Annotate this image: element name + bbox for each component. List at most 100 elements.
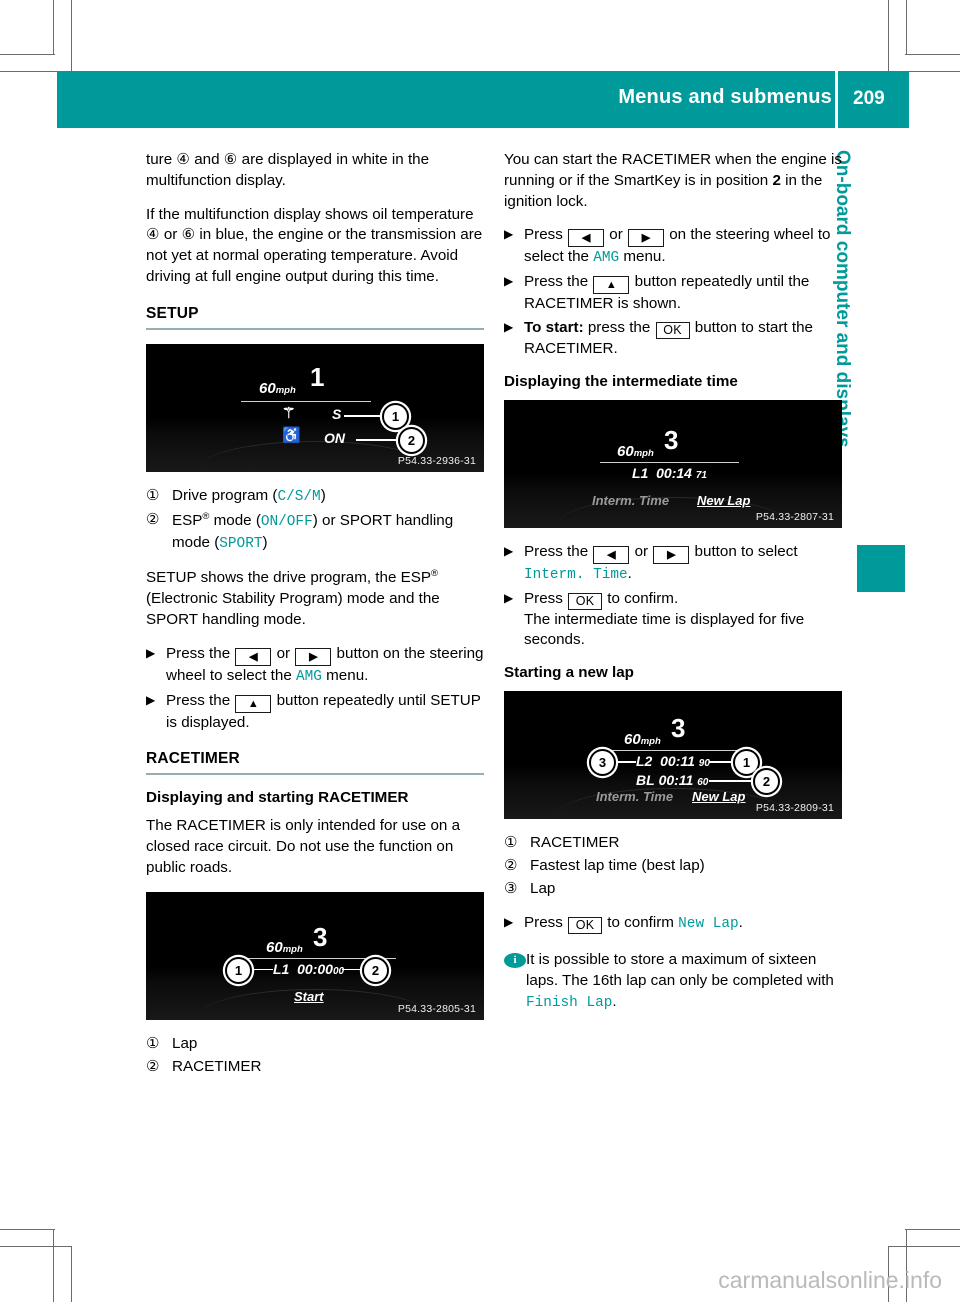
setup-step-1-text: Press the ◀ or ▶ button on the steering … bbox=[166, 644, 484, 688]
newlap-step-c: to confirm bbox=[603, 913, 679, 931]
right-arrow-button-2[interactable]: ▶ bbox=[628, 229, 664, 248]
racetimer-speed-value: 60 bbox=[266, 938, 283, 956]
newlap-step-d: . bbox=[738, 913, 743, 931]
setup-display-image: 1 60mph ⚚ ♿ S ON 1 2 P54.33-2936-31 bbox=[146, 343, 484, 472]
info-note-value: Finish Lap bbox=[526, 995, 613, 1012]
circled-number-2-icon: ② bbox=[146, 510, 160, 528]
setup-step-2: ▶ Press the ▲ button repeatedly until SE… bbox=[146, 691, 484, 734]
interm-step-1-b: or bbox=[630, 542, 653, 560]
interm-step-2-followup: The intermediate time is displayed for f… bbox=[524, 610, 805, 649]
newlap-leader-line-2 bbox=[709, 780, 755, 782]
newlap-best-readout: BL 00:11 60 bbox=[636, 772, 708, 788]
newlap-legend-text-1: RACETIMER bbox=[530, 834, 620, 852]
page-number: 209 bbox=[853, 88, 885, 109]
ok-button-3[interactable]: OK bbox=[568, 916, 603, 934]
subheading-intermediate-time: Displaying the intermediate time bbox=[504, 372, 738, 390]
info-note: i It is possible to store a maximum of s… bbox=[504, 950, 842, 1013]
newlap-step: ▶ Press OK to confirm New Lap. bbox=[504, 913, 842, 935]
setup-legend-text-1: Drive program (C/S/M) bbox=[172, 486, 484, 508]
setup-callout-1: 1 bbox=[382, 402, 409, 430]
setup-speed-readout: 60mph bbox=[259, 380, 296, 397]
left-column: ture ④ and ⑥ are displayed in white in t… bbox=[146, 150, 484, 1079]
racetimer-legend-text-1: Lap bbox=[172, 1034, 198, 1052]
setup-legend-2-mid: mode ( bbox=[209, 511, 261, 529]
circled-number-4-icon: ④ bbox=[176, 151, 191, 168]
intermediate-time-display-image: 3 60mph L1 00:14 71 Interm. Time New Lap… bbox=[504, 399, 842, 528]
intro-text-2a: If the multifunction display shows oil t… bbox=[146, 205, 474, 223]
start-step-2-a: Press the bbox=[524, 273, 593, 291]
newlap-image-code: P54.33-2809-31 bbox=[755, 802, 834, 815]
step-arrow-icon-8: ▶ bbox=[504, 914, 514, 929]
step-arrow-icon: ▶ bbox=[146, 645, 156, 660]
left-arrow-icon: ◀ bbox=[249, 650, 258, 663]
interm-step-2-a: Press bbox=[524, 589, 568, 607]
newlap-speed-value: 60 bbox=[624, 731, 641, 749]
interm-step-1-c: button to select bbox=[690, 542, 798, 560]
setup-legend-item-2: ② ESP® mode (ON/OFF) or SPORT handling m… bbox=[146, 510, 484, 555]
setup-legend-2-value2: SPORT bbox=[219, 535, 263, 552]
racetimer-legend-item-1: ① Lap bbox=[146, 1034, 484, 1055]
crop-mark-top-left-h-outer bbox=[0, 54, 55, 55]
crop-mark-top-right-h-outer bbox=[905, 54, 960, 55]
racetimer-legend-item-2: ② RACETIMER bbox=[146, 1057, 484, 1078]
interm-step-1-value: Interm. Time bbox=[524, 566, 628, 583]
setup-esp-value: ON bbox=[324, 429, 345, 446]
section-heading-setup: SETUP bbox=[146, 304, 199, 322]
interm-lap-readout: L1 00:14 71 bbox=[632, 465, 707, 481]
start-step-1-b: or bbox=[605, 226, 627, 244]
interm-lap-label: L1 bbox=[632, 464, 649, 481]
newlap-step-a: Press bbox=[524, 913, 568, 931]
racetimer-display-image: 3 60mph L1 00:0000 1 2 Start P54.33-2805… bbox=[146, 891, 484, 1020]
interm-step-2: ▶ Press OK to confirm. The intermediate t… bbox=[504, 589, 842, 652]
racetimer-leader-line-2 bbox=[342, 968, 364, 971]
drive-program-icon: ⚚ bbox=[282, 404, 296, 422]
right-arrow-icon-2: ▶ bbox=[641, 232, 651, 245]
crop-mark-bottom-left-h-inner bbox=[0, 1246, 72, 1247]
left-arrow-button-2[interactable]: ◀ bbox=[568, 229, 605, 248]
right-arrow-icon: ▶ bbox=[309, 650, 318, 663]
step-arrow-icon-5: ▶ bbox=[504, 320, 514, 335]
interm-time-decimal: 71 bbox=[695, 469, 707, 481]
crop-mark-top-left-outer bbox=[53, 0, 54, 55]
up-arrow-icon-2: ▲ bbox=[605, 279, 617, 292]
ok-button-2[interactable]: OK bbox=[568, 592, 603, 610]
right-intro-paragraph: You can start the RACETIMER when the eng… bbox=[504, 150, 842, 212]
circled-number-2-icon-3: ② bbox=[504, 857, 518, 875]
newlap-legend-text-3: Lap bbox=[530, 879, 556, 897]
newlap-legend-item-2: ② Fastest lap time (best lap) bbox=[504, 856, 842, 877]
up-arrow-icon: ▲ bbox=[247, 697, 259, 710]
right-arrow-button-3[interactable]: ▶ bbox=[653, 545, 690, 564]
step-arrow-icon-7: ▶ bbox=[504, 590, 514, 605]
start-step-3-lead: To start: bbox=[524, 319, 584, 337]
interm-step-2-c: to confirm. bbox=[603, 589, 679, 607]
circled-number-1-icon-2: ① bbox=[146, 1034, 160, 1052]
setup-drive-program-value: S bbox=[332, 405, 342, 422]
newlap-divider-line bbox=[607, 750, 747, 752]
setup-step-2-a: Press the bbox=[166, 691, 235, 709]
up-arrow-button[interactable]: ▲ bbox=[235, 694, 272, 713]
right-arrow-button[interactable]: ▶ bbox=[295, 647, 332, 666]
intro-text-1b: and bbox=[190, 151, 224, 168]
setup-image-code: P54.33-2936-31 bbox=[397, 454, 476, 467]
start-step-1: ▶ Press ◀ or ▶ on the steering wheel to … bbox=[504, 225, 842, 269]
subheading-starting-new-lap: Starting a new lap bbox=[504, 664, 634, 682]
circled-number-4-icon-2: ④ bbox=[146, 226, 160, 244]
up-arrow-button-2[interactable]: ▲ bbox=[593, 276, 630, 295]
newlap-legend-item-1: ① RACETIMER bbox=[504, 833, 842, 854]
racetimer-callout-1: 1 bbox=[225, 956, 252, 984]
step-arrow-icon-2: ▶ bbox=[146, 692, 156, 707]
left-arrow-button-3[interactable]: ◀ bbox=[593, 545, 630, 564]
setup-description: SETUP shows the drive program, the ESP® … bbox=[146, 567, 484, 631]
newlap-legend-text-2: Fastest lap time (best lap) bbox=[530, 857, 705, 875]
circled-number-2-icon-2: ② bbox=[146, 1057, 160, 1075]
circled-number-6-icon: ⑥ bbox=[223, 151, 238, 168]
intro-text-2c: in blue, the engine or the transmission … bbox=[146, 226, 483, 286]
newlap-best-label: BL bbox=[636, 772, 655, 789]
setup-step-1-d: menu. bbox=[321, 666, 369, 684]
left-arrow-button[interactable]: ◀ bbox=[235, 647, 272, 666]
ok-button[interactable]: OK bbox=[655, 322, 690, 340]
info-note-b: . bbox=[612, 993, 617, 1011]
info-note-a: It is possible to store a maximum of six… bbox=[526, 951, 834, 990]
newlap-menu-interm-time: Interm. Time bbox=[596, 789, 674, 805]
interm-step-1-a: Press the bbox=[524, 542, 593, 560]
